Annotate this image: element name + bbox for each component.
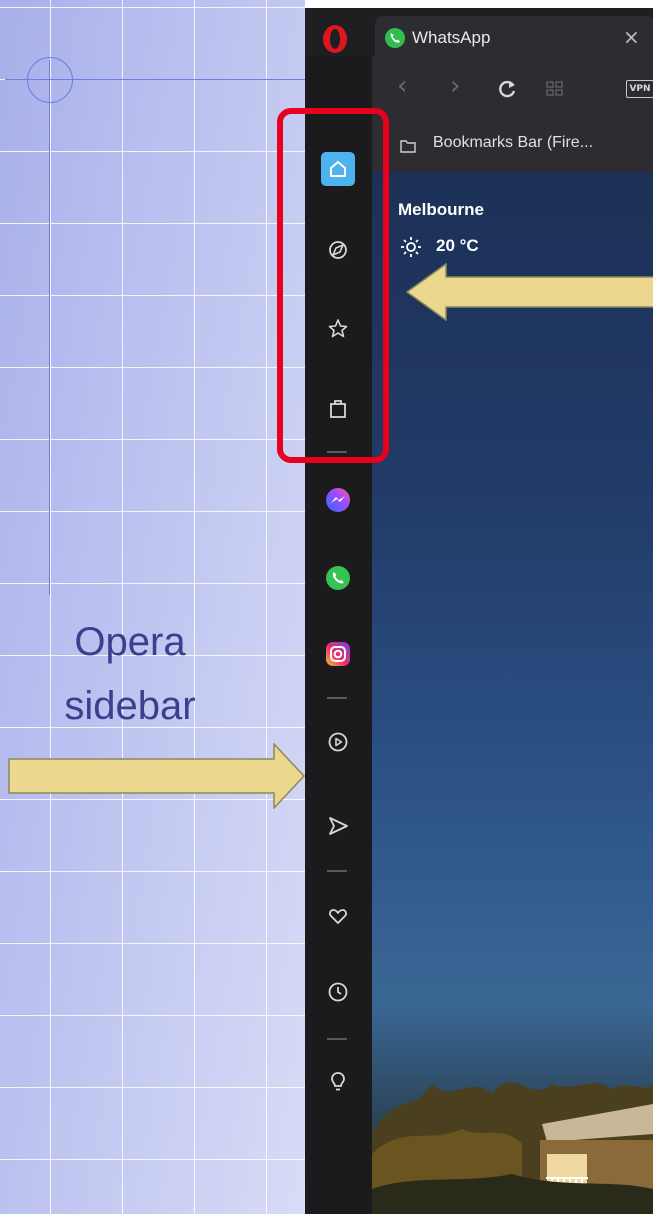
temperature-value: 20 °C	[436, 236, 479, 255]
opera-logo-icon[interactable]	[321, 24, 349, 54]
sidebar-item-bookmarks[interactable]	[322, 900, 354, 932]
left-arrow	[406, 263, 653, 321]
heart-icon	[329, 909, 347, 924]
tab-whatsapp[interactable]: WhatsApp ×	[375, 16, 653, 56]
scenery-image	[372, 1082, 653, 1214]
sidebar-item-send[interactable]	[322, 810, 354, 842]
sun-icon	[401, 237, 421, 257]
sidebar-item-player[interactable]	[322, 726, 354, 758]
forward-button[interactable]: ›	[450, 72, 460, 100]
slide-label-line2: sidebar	[64, 684, 196, 728]
instagram-icon	[326, 642, 350, 666]
tab-title: WhatsApp	[412, 28, 491, 47]
sidebar-item-history[interactable]	[322, 976, 354, 1008]
reload-icon[interactable]	[497, 79, 517, 99]
whatsapp-icon	[385, 28, 405, 48]
player-icon	[328, 732, 348, 752]
sidebar-separator	[327, 697, 347, 699]
bookmarks-bar-folder[interactable]: Bookmarks Bar (Fire...	[433, 134, 593, 158]
whatsapp-icon	[326, 566, 350, 590]
decorative-circle	[27, 57, 73, 103]
speed-dial-icon[interactable]	[546, 81, 564, 97]
slide-background	[0, 0, 305, 1214]
sidebar-item-instagram[interactable]	[322, 638, 354, 670]
toolbar: ‹ › VPN Bookmarks Bar (Fire...	[372, 56, 653, 172]
sidebar-separator	[327, 870, 347, 872]
weather-city: Melbourne	[398, 200, 484, 219]
sidebar-item-whatsapp[interactable]	[322, 562, 354, 594]
sidebar-separator	[327, 1038, 347, 1040]
tab-bar: WhatsApp ×	[305, 8, 653, 56]
speed-dial-background: Melbourne 20 °C	[372, 172, 653, 1214]
right-arrow	[8, 743, 306, 809]
sidebar-item-tips[interactable]	[322, 1066, 354, 1098]
close-icon[interactable]: ×	[623, 25, 640, 49]
messenger-icon	[326, 488, 350, 512]
send-icon	[329, 817, 348, 835]
sidebar-item-messenger[interactable]	[322, 484, 354, 516]
back-button[interactable]: ‹	[397, 72, 407, 100]
history-icon	[328, 982, 348, 1002]
decorative-line	[49, 60, 50, 595]
folder-icon	[400, 140, 416, 153]
vpn-badge[interactable]: VPN	[626, 80, 653, 98]
sidebar-highlight-box	[277, 108, 389, 463]
lightbulb-icon	[331, 1072, 345, 1091]
slide-label-line1: Opera	[74, 620, 186, 664]
